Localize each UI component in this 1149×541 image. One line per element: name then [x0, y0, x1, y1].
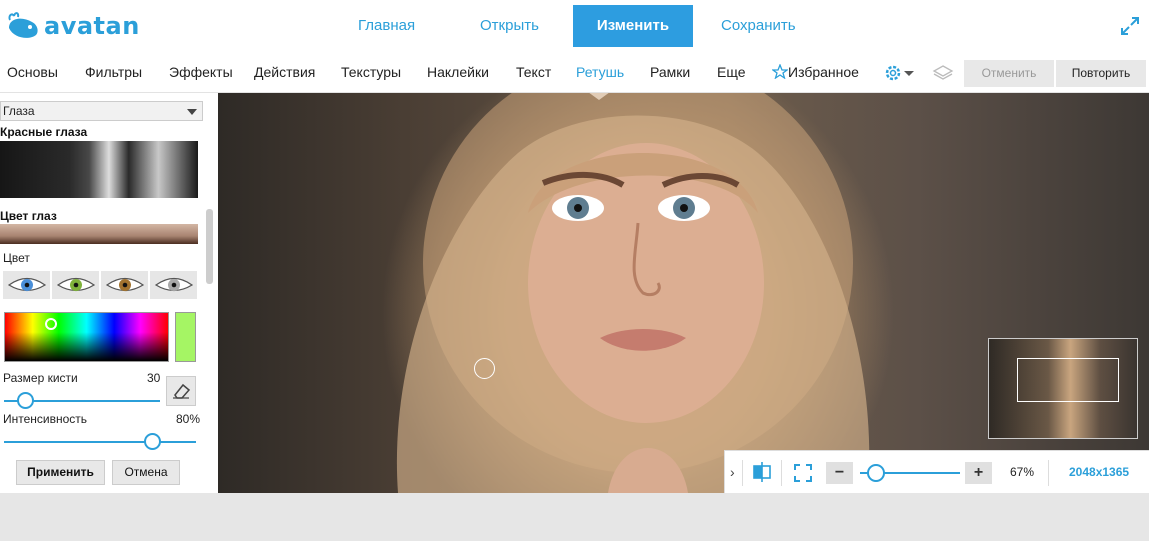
- eye-color-thumbnail[interactable]: [0, 224, 198, 244]
- menu-basics[interactable]: Основы: [7, 64, 58, 80]
- brush-cursor: [474, 358, 495, 379]
- intensity-track[interactable]: [4, 441, 196, 443]
- menu-favorites[interactable]: Избранное: [771, 63, 859, 80]
- nav-home[interactable]: Главная: [358, 17, 415, 34]
- menu-textures[interactable]: Текстуры: [341, 64, 401, 80]
- eye-preset-green[interactable]: [52, 271, 99, 299]
- zoom-toolbar: › − + 67% 2048x1365: [724, 450, 1149, 493]
- menu-frames[interactable]: Рамки: [650, 64, 690, 80]
- star-icon: [771, 63, 789, 80]
- zoom-in-button[interactable]: +: [965, 462, 992, 484]
- category-dropdown[interactable]: Глаза: [0, 101, 203, 121]
- top-bar: avatan Главная Открыть Изменить Сохранит…: [0, 0, 1149, 55]
- eye-preset-gray[interactable]: [150, 271, 197, 299]
- red-eye-title: Красные глаза: [0, 125, 88, 139]
- eye-preset-brown[interactable]: [101, 271, 148, 299]
- category-dropdown-value: Глаза: [3, 104, 35, 118]
- intensity-label: Интенсивность: [3, 412, 88, 426]
- image-size: 2048x1365: [1069, 465, 1130, 479]
- selected-color-swatch: [175, 312, 196, 362]
- footer-area: [0, 493, 1149, 541]
- nav-save[interactable]: Сохранить: [721, 17, 796, 34]
- compare-icon[interactable]: [752, 461, 772, 483]
- brush-size-knob[interactable]: [17, 392, 34, 409]
- intensity-knob[interactable]: [144, 433, 161, 450]
- minimap-viewport[interactable]: [1017, 358, 1119, 402]
- avatan-logo[interactable]: avatan: [6, 10, 139, 44]
- eye-blue-icon: [7, 277, 46, 292]
- menu-more[interactable]: Еще: [717, 64, 746, 80]
- nav-edit[interactable]: Изменить: [573, 5, 693, 47]
- retouch-sidebar: Глаза Красные глаза Цвет глаз Цвет Разме…: [0, 93, 218, 493]
- navigator-minimap[interactable]: [988, 338, 1138, 439]
- chevron-right-icon[interactable]: ›: [730, 464, 735, 480]
- cancel-button[interactable]: Отмена: [112, 460, 180, 485]
- menu-text[interactable]: Текст: [516, 64, 551, 80]
- brush-size-value: 30: [147, 371, 161, 385]
- separator: [742, 460, 743, 486]
- eye-brown-icon: [105, 277, 144, 292]
- color-label: Цвет: [3, 251, 30, 265]
- menu-actions[interactable]: Действия: [254, 64, 315, 80]
- separator: [1048, 460, 1049, 486]
- separator: [781, 460, 782, 486]
- fit-screen-icon[interactable]: [794, 464, 812, 482]
- eraser-button[interactable]: [166, 376, 196, 406]
- eye-green-icon: [56, 277, 95, 292]
- photo-canvas[interactable]: [218, 93, 1149, 493]
- layers-icon[interactable]: [932, 63, 954, 83]
- menu-filters[interactable]: Фильтры: [85, 64, 142, 80]
- settings-gear-icon[interactable]: [884, 63, 916, 83]
- palette-picker[interactable]: [45, 318, 57, 330]
- eye-preset-blue[interactable]: [3, 271, 50, 299]
- menu-effects[interactable]: Эффекты: [169, 64, 233, 80]
- intensity-value: 80%: [176, 412, 201, 426]
- zoom-out-button[interactable]: −: [826, 462, 853, 484]
- redo-button[interactable]: Повторить: [1056, 60, 1146, 87]
- sidebar-scrollbar[interactable]: [206, 209, 213, 284]
- eye-color-presets: [3, 271, 197, 299]
- eraser-icon: [173, 383, 191, 399]
- chevron-down-icon: [187, 109, 197, 115]
- zoom-slider-knob[interactable]: [867, 464, 885, 482]
- menu-retouch[interactable]: Ретушь: [576, 64, 624, 80]
- brush-size-label: Размер кисти: [3, 371, 78, 385]
- menu-stickers[interactable]: Наклейки: [427, 64, 489, 80]
- nav-open[interactable]: Открыть: [480, 17, 539, 34]
- apply-button[interactable]: Применить: [16, 460, 105, 485]
- whale-icon: [8, 12, 38, 38]
- logo-text: avatan: [44, 12, 140, 40]
- red-eye-thumbnail[interactable]: [0, 141, 198, 198]
- eye-color-title: Цвет глаз: [0, 209, 57, 223]
- color-palette[interactable]: [4, 312, 169, 362]
- undo-button[interactable]: Отменить: [964, 60, 1054, 87]
- menu-favorites-label: Избранное: [788, 64, 859, 80]
- tool-menu-bar: Основы Фильтры Эффекты Действия Текстуры…: [0, 55, 1149, 93]
- fullscreen-icon[interactable]: [1120, 16, 1140, 36]
- zoom-percent: 67%: [1010, 465, 1035, 479]
- eye-gray-icon: [154, 277, 193, 292]
